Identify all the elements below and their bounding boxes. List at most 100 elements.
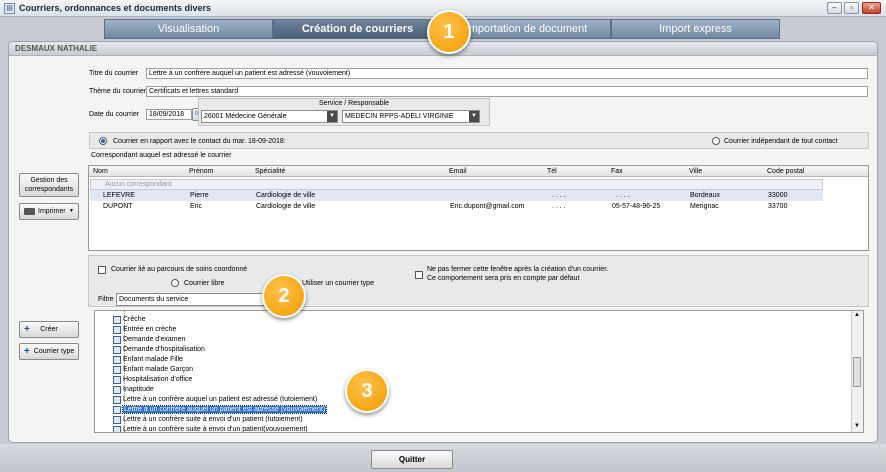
parcours-checkbox[interactable]	[98, 266, 106, 274]
courrier-libre-label: Courrier libre	[184, 280, 225, 287]
table-row-none[interactable]: Aucun correspondant	[90, 179, 823, 190]
tree-scrollbar[interactable]: ▲ ▼	[851, 311, 863, 432]
responsable-value: MEDECIN RPPS-ADELI VIRGINIE	[345, 113, 454, 120]
cell-ville: Bordeaux	[690, 192, 720, 199]
theme-input[interactable]: Certificats et lettres standard	[146, 86, 868, 97]
tree-item-label: Lettre à un confrère auquel un patient e…	[123, 396, 318, 403]
col-prenom: Prénom	[189, 168, 214, 175]
callout-2: 2	[262, 274, 306, 318]
tree-item[interactable]: Crèche	[113, 315, 146, 325]
document-icon	[113, 386, 121, 394]
document-icon	[113, 356, 121, 364]
col-fax: Fax	[611, 168, 623, 175]
tree-item-label: Lettre à un confrère suite à envoi d'un …	[123, 426, 308, 433]
service-select[interactable]: 26001 Médecine Générale ▼	[201, 110, 338, 123]
tree-item[interactable]: Enfant malade Fille	[113, 355, 183, 365]
add-icon: +	[24, 346, 30, 357]
document-icon	[113, 346, 121, 354]
tree-item[interactable]: Lettre à un confrère suite à envoi d'un …	[113, 415, 303, 425]
courrier-libre-radio[interactable]	[171, 279, 179, 287]
table-row[interactable]: LEFEVRE Pierre Cardiologie de ville . . …	[90, 190, 823, 201]
scroll-thumb[interactable]	[853, 357, 861, 387]
app-icon: ▤	[4, 3, 15, 14]
courrier-type-button[interactable]: + Courrier type	[19, 343, 79, 360]
cell-prenom: Pierre	[190, 192, 209, 199]
document-icon	[113, 396, 121, 404]
contact-radio[interactable]	[99, 137, 107, 145]
tree-item[interactable]: Lettre à un confrère suite à envoi d'un …	[113, 425, 308, 433]
scroll-down-icon[interactable]: ▼	[854, 423, 860, 429]
tab-visualisation[interactable]: Visualisation	[104, 19, 273, 39]
gestion-correspondants-button[interactable]: Gestion des correspondants	[19, 173, 79, 197]
tree-item[interactable]: Lettre à un confrère auquel un patient e…	[113, 395, 318, 405]
tree-item[interactable]: Demande d'examen	[113, 335, 186, 345]
tree-item[interactable]: Entrée en crèche	[113, 325, 176, 335]
table-header: Nom Prénom Spécialité Email Tél Fax Vill…	[89, 166, 868, 177]
contact-mode-panel: Courrier en rapport avec le contact du m…	[89, 132, 869, 149]
maximize-button[interactable]: ▫	[844, 2, 859, 14]
document-icon	[113, 376, 121, 384]
tree-item[interactable]: Inaptitude	[113, 385, 154, 395]
theme-label: Thème du courrier	[89, 88, 147, 95]
cell-cp: 33700	[768, 203, 788, 210]
tab-creation-courriers[interactable]: Création de courriers	[273, 19, 442, 39]
close-button[interactable]: ✕	[862, 2, 881, 14]
titre-label: Titre du courrier	[89, 70, 139, 77]
scroll-up-icon[interactable]: ▲	[854, 312, 860, 318]
tree-item-label: Crèche	[123, 316, 146, 323]
cell-nom: LEFEVRE	[103, 192, 135, 199]
tree-item[interactable]: Lettre à un confrère auquel un patient e…	[113, 405, 328, 415]
filtre-value: Documents du service	[119, 296, 189, 303]
cell-fax: . . . .	[616, 192, 630, 199]
quit-button[interactable]: Quitter	[371, 450, 453, 469]
col-ville: Ville	[689, 168, 703, 175]
tab-import-express[interactable]: Import express	[611, 19, 780, 39]
cell-cp: 33000	[768, 192, 788, 199]
date-label: Date du courrier	[89, 111, 140, 118]
courrier-type-label: Courrier type	[33, 348, 75, 355]
imprimer-button[interactable]: Imprimer ▼	[19, 203, 79, 220]
chevron-down-icon: ▼	[469, 111, 479, 122]
tree-item[interactable]: Demande d'hospitalisation	[113, 345, 205, 355]
chevron-down-icon: ▼	[69, 208, 74, 214]
tree-item[interactable]: Enfant malade Garçon	[113, 365, 193, 375]
minimize-button[interactable]: –	[827, 2, 842, 14]
cell-tel: . . . .	[552, 192, 566, 199]
cell-tel: . . . .	[552, 203, 566, 210]
col-nom: Nom	[93, 168, 108, 175]
contact-option-label: Courrier en rapport avec le contact du m…	[113, 138, 286, 145]
none-label: Aucun correspondant	[105, 181, 172, 188]
template-tree: Crèche Entrée en crèche Demande d'examen De…	[94, 310, 864, 433]
document-icon	[113, 316, 121, 324]
tree-item-label: Inaptitude	[123, 386, 154, 393]
creer-button[interactable]: + Créer	[19, 321, 79, 338]
tree-item-label: Enfant malade Fille	[123, 356, 183, 363]
tree-item[interactable]: Hospitalisation d'office	[113, 375, 192, 385]
filtre-select[interactable]: Documents du service	[116, 293, 276, 306]
col-email: Email	[449, 168, 467, 175]
document-icon	[113, 416, 121, 424]
courrier-type-option-label: Utiliser un courrier type	[302, 280, 374, 287]
footer: Quitter	[0, 444, 886, 472]
callout-3: 3	[345, 369, 389, 413]
window-title: Courriers, ordonnances et documents dive…	[19, 3, 212, 13]
tree-item-label: Lettre à un confrère suite à envoi d'un …	[123, 416, 303, 423]
tree-item-label: Demande d'hospitalisation	[123, 346, 205, 353]
independent-radio[interactable]	[712, 137, 720, 145]
patient-name: DESMAUX NATHALIE	[15, 44, 98, 53]
ne-pas-fermer-label: Ne pas fermer cette fenêtre après la cré…	[427, 266, 609, 273]
main-content: DESMAUX NATHALIE Titre du courrier Lettr…	[8, 41, 878, 443]
cell-nom: DUPONT	[103, 203, 133, 210]
document-icon	[113, 336, 121, 344]
tree-item-label: Demande d'examen	[123, 336, 186, 343]
add-icon: +	[24, 324, 30, 335]
parcours-label: Courrier lié au parcours de soins coordo…	[111, 266, 248, 273]
document-icon	[113, 366, 121, 374]
responsable-select[interactable]: MEDECIN RPPS-ADELI VIRGINIE ▼	[342, 110, 480, 123]
table-row[interactable]: DUPONT Eric Cardiologie de ville Eric.du…	[90, 201, 823, 212]
printer-icon	[24, 207, 35, 215]
titre-input[interactable]: Lettre à un confrère auquel un patient e…	[146, 68, 868, 79]
cell-email: Eric.dupont@gmail.com	[450, 203, 525, 210]
date-input[interactable]: 18/09/2018	[146, 109, 192, 120]
ne-pas-fermer-checkbox[interactable]	[415, 271, 423, 279]
